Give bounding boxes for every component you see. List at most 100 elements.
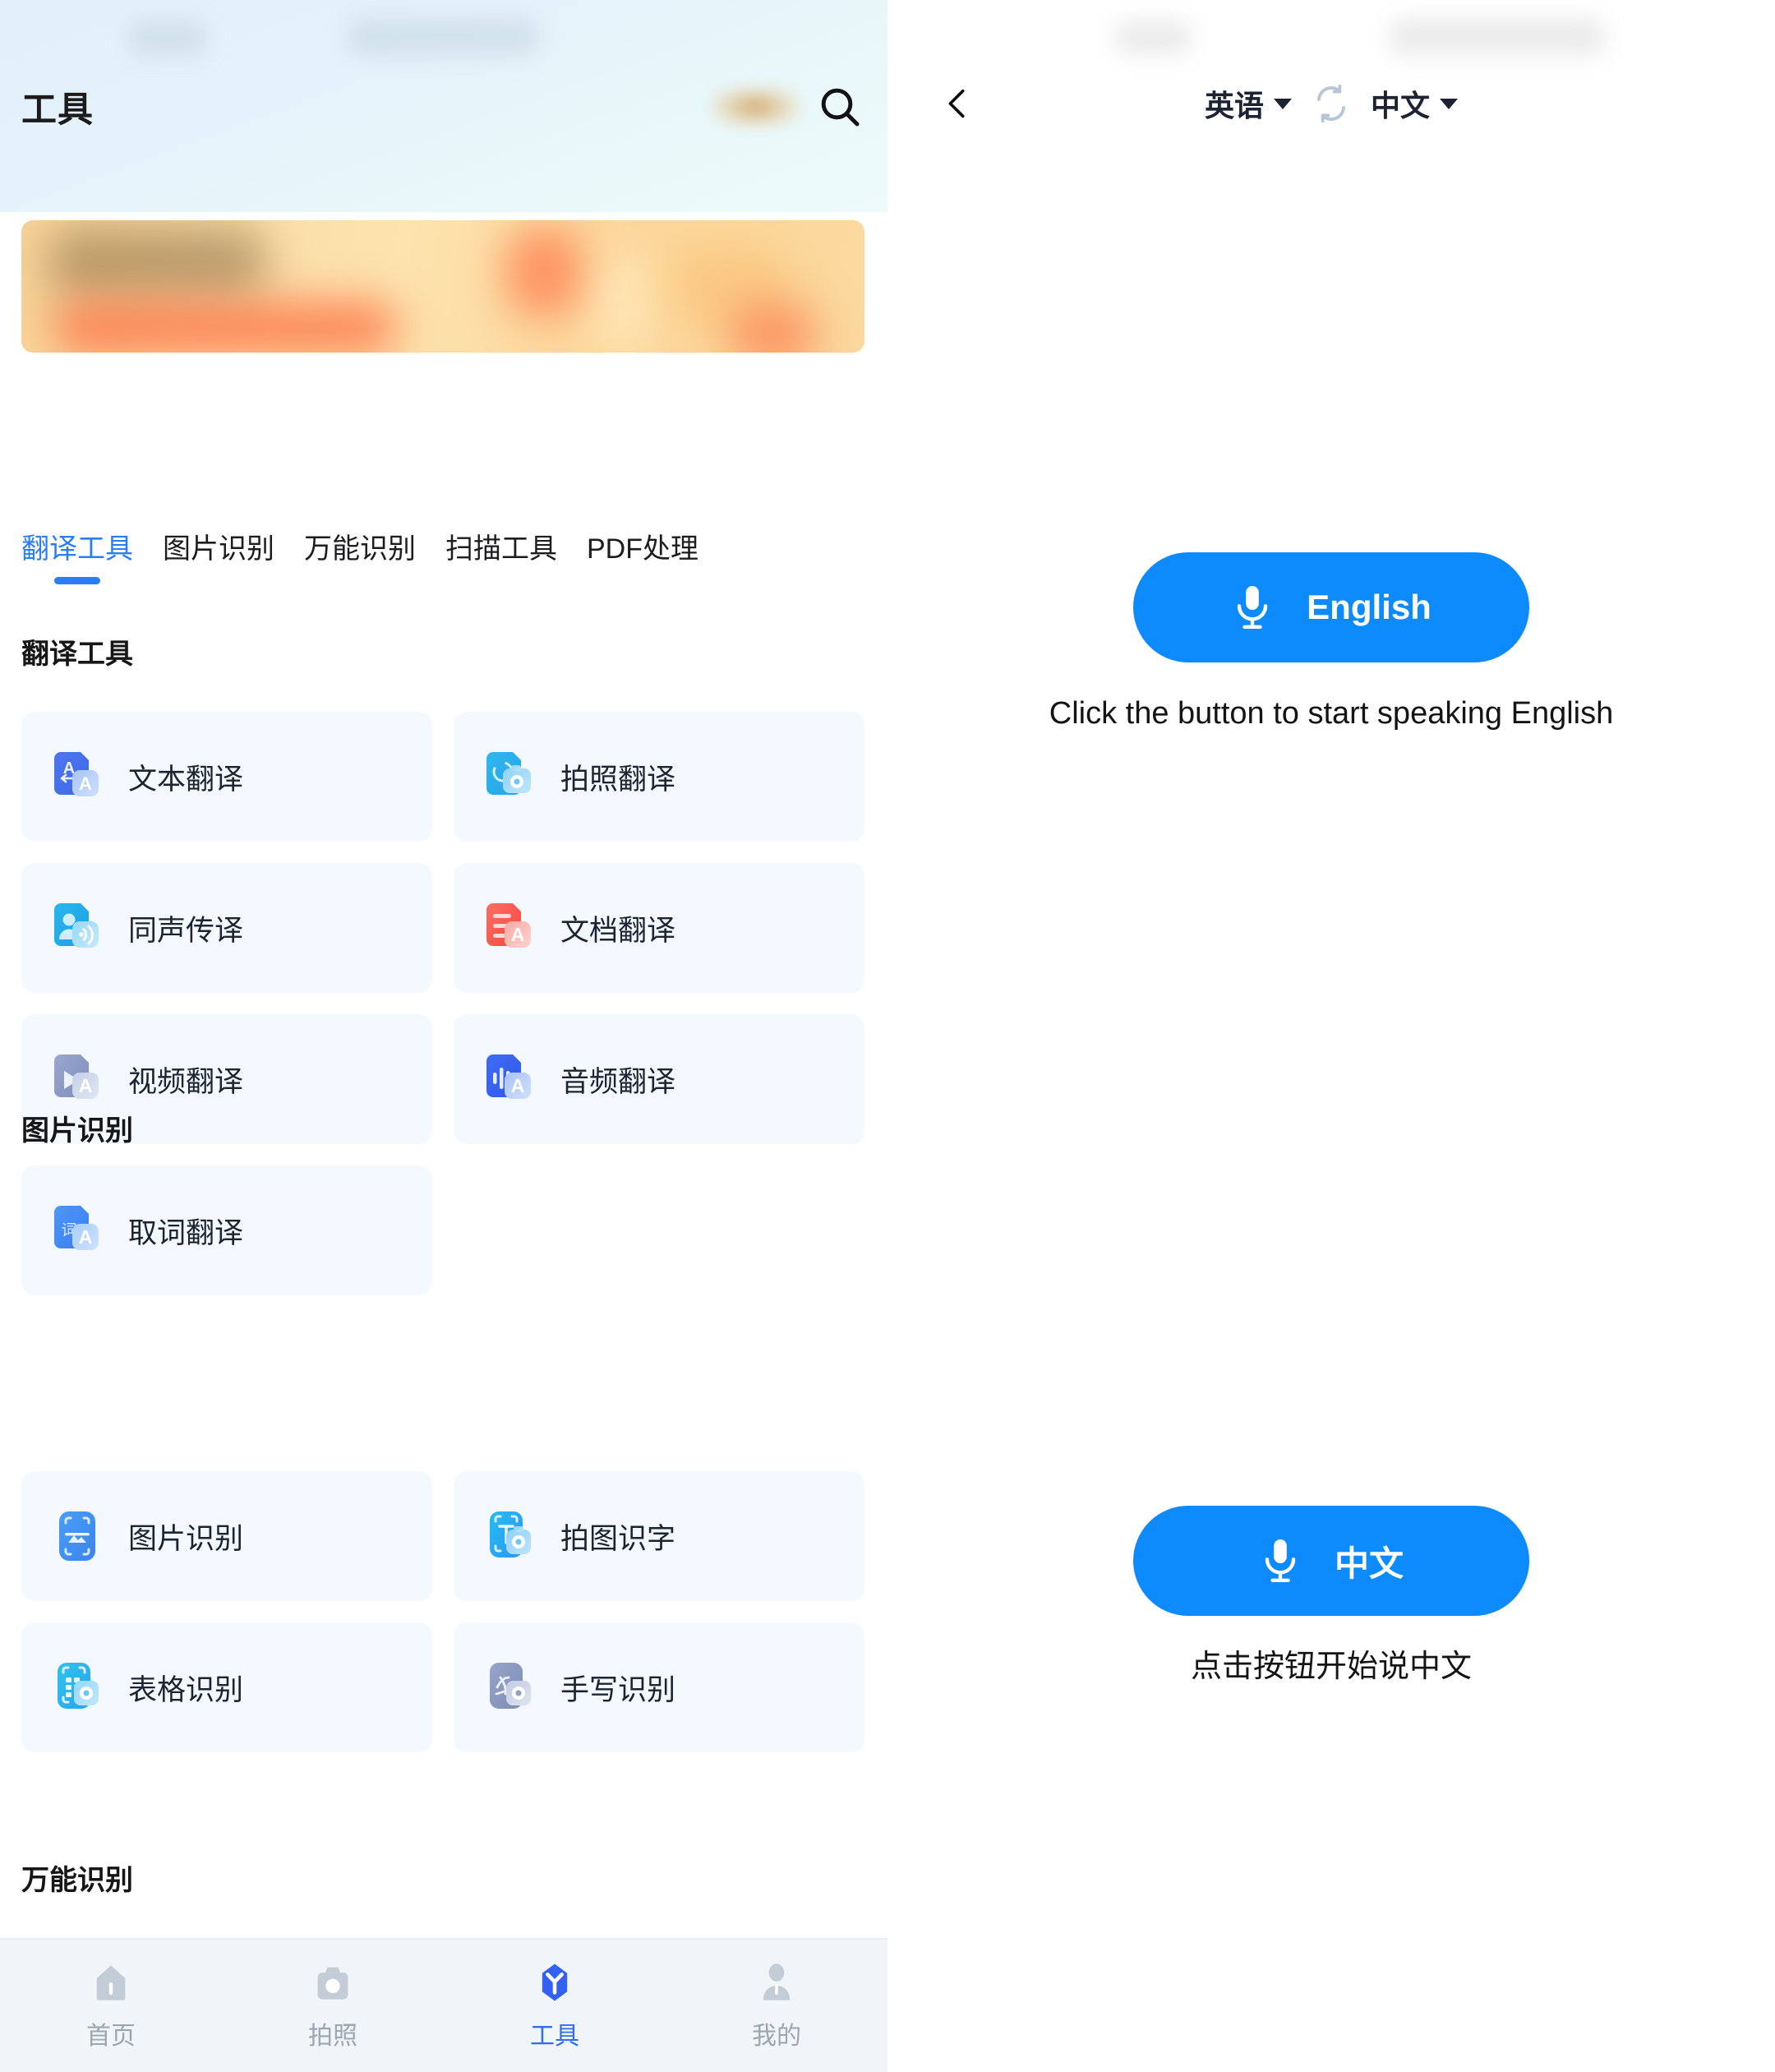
tool-card-label: 表格识别 — [128, 1673, 244, 1706]
tool-card-label: 同声传译 — [128, 914, 244, 947]
tool-card-label: 取词翻译 — [128, 1216, 244, 1249]
tool-card-label: 文档翻译 — [560, 914, 676, 947]
tab-active-indicator — [54, 577, 100, 584]
svg-text:A: A — [79, 773, 92, 794]
tool-card-label: 视频翻译 — [128, 1065, 244, 1098]
tool-card-label: 文本翻译 — [128, 763, 244, 796]
video-translate-icon: A — [48, 1050, 107, 1109]
target-language-selector[interactable]: 中文 — [1371, 82, 1459, 125]
nav-item-label: 首页 — [86, 2022, 136, 2050]
tool-card-handwriting-recognition[interactable]: 手写识别 — [454, 1622, 864, 1752]
tool-card-photo-translate[interactable]: 拍照翻译 — [454, 712, 864, 842]
tab-pdf-tools[interactable]: PDF处理 — [587, 524, 698, 566]
language-selector-row: 英语 中文 — [1205, 82, 1459, 125]
source-speech-block: English Click the button to start speaki… — [888, 552, 1775, 734]
swap-languages-icon[interactable] — [1312, 84, 1351, 123]
nav-item-profile[interactable]: 我的 — [666, 1961, 888, 2051]
microphone-icon — [1259, 1535, 1302, 1586]
tools-icon — [533, 1961, 576, 2004]
chevron-left-icon[interactable] — [938, 85, 976, 122]
tab-label: 翻译工具 — [21, 533, 133, 565]
text-translate-icon: A A — [48, 747, 107, 806]
tool-card-table-recognition[interactable]: 表格识别 — [21, 1622, 432, 1752]
tool-card-label: 拍照翻译 — [560, 763, 676, 796]
header-actions — [712, 84, 863, 130]
tool-card-photo-ocr[interactable]: 拍图识字 — [454, 1471, 864, 1601]
bottom-navigation-bar: 首页 拍照 工具 我的 — [0, 1938, 888, 2072]
tool-card-label: 图片识别 — [128, 1522, 244, 1555]
translate-header: 英语 中文 — [888, 62, 1775, 145]
source-language-label: 英语 — [1204, 89, 1264, 122]
profile-icon — [755, 1961, 798, 2004]
nav-item-label: 拍照 — [308, 2022, 357, 2050]
photo-ocr-icon — [480, 1507, 539, 1566]
blurred-badge-icon — [712, 88, 799, 126]
source-mic-label: English — [1307, 588, 1432, 626]
chevron-down-icon — [1440, 98, 1459, 109]
tool-card-document-translate[interactable]: A 文档翻译 — [454, 863, 864, 993]
page-title: 工具 — [21, 90, 94, 130]
tab-universal-recognition[interactable]: 万能识别 — [304, 524, 416, 566]
banner-blur-3 — [506, 227, 582, 317]
section-heading-universal-recognition: 万能识别 — [21, 1865, 133, 1896]
status-bar-blurred-item — [1116, 21, 1192, 55]
tab-translate-tools[interactable]: 翻译工具 — [21, 524, 133, 584]
image-recognition-grid: 图片识别 拍图识字 表格识别 手写识别 — [21, 1471, 864, 1752]
status-bar-blurred-indicators — [349, 18, 538, 56]
nav-item-label: 我的 — [752, 2022, 801, 2050]
tool-card-text-translate[interactable]: A A 文本翻译 — [21, 712, 432, 842]
promo-banner[interactable] — [21, 220, 864, 353]
section-heading-translate: 翻译工具 — [21, 639, 133, 670]
page-header: 工具 — [0, 66, 888, 148]
svg-text:A: A — [511, 1075, 525, 1096]
simultaneous-interpretation-icon — [48, 898, 107, 958]
handwriting-recognition-icon — [480, 1658, 539, 1717]
banner-blur-1 — [46, 227, 268, 298]
target-language-label: 中文 — [1371, 89, 1431, 122]
camera-icon — [311, 1961, 354, 2004]
banner-blur-2 — [53, 302, 398, 353]
home-icon — [90, 1961, 132, 2004]
tab-scan-tools[interactable]: 扫描工具 — [445, 524, 557, 566]
svg-text:A: A — [79, 1075, 93, 1096]
section-heading-image-recognition: 图片识别 — [21, 1115, 133, 1147]
translate-tools-grid: A A 文本翻译 拍照翻译 同声传译 A 文档翻译 A 视频翻译 A 音频翻译 … — [21, 712, 864, 1295]
voice-translate-panel: 英语 中文 English Click the button to start … — [888, 0, 1775, 2072]
tool-card-word-pick-translate[interactable]: 词 A 取词翻译 — [21, 1165, 432, 1295]
banner-blur-4 — [728, 302, 818, 353]
target-speech-block: 中文 点击按钮开始说中文 — [888, 1506, 1775, 1687]
app-screen: 工具 翻译工具 图片识别 万能识别 扫描工具 PDF处理 翻译工具 A A 文本… — [0, 0, 1775, 2072]
nav-item-home[interactable]: 首页 — [0, 1961, 222, 2051]
source-mic-hint: Click the button to start speaking Engli… — [1049, 696, 1614, 731]
tools-panel: 工具 翻译工具 图片识别 万能识别 扫描工具 PDF处理 翻译工具 A A 文本… — [0, 0, 888, 2072]
photo-translate-icon — [480, 747, 539, 806]
document-translate-icon: A — [480, 898, 539, 958]
category-tabs: 翻译工具 图片识别 万能识别 扫描工具 PDF处理 — [0, 524, 888, 600]
status-bar-blurred-item — [130, 21, 205, 55]
tool-card-audio-translate[interactable]: A 音频翻译 — [454, 1014, 864, 1144]
tab-image-recognition[interactable]: 图片识别 — [163, 524, 274, 566]
tool-card-image-recognition[interactable]: 图片识别 — [21, 1471, 432, 1601]
nav-item-label: 工具 — [530, 2022, 579, 2050]
target-mic-label: 中文 — [1334, 1544, 1404, 1583]
target-mic-button[interactable]: 中文 — [1133, 1506, 1529, 1616]
tool-card-label: 拍图识字 — [560, 1522, 676, 1555]
tool-card-label: 手写识别 — [560, 1673, 676, 1706]
search-icon[interactable] — [817, 84, 863, 130]
audio-translate-icon: A — [480, 1050, 539, 1109]
tool-card-label: 音频翻译 — [560, 1065, 676, 1098]
microphone-icon — [1231, 582, 1274, 633]
source-mic-button[interactable]: English — [1133, 552, 1529, 662]
status-bar-blurred-indicators — [1390, 18, 1604, 56]
table-recognition-icon — [48, 1658, 107, 1717]
svg-text:A: A — [511, 924, 525, 945]
banner-blur-5 — [588, 253, 654, 352]
tool-card-simultaneous-interpretation[interactable]: 同声传译 — [21, 863, 432, 993]
nav-item-camera[interactable]: 拍照 — [222, 1961, 444, 2051]
target-mic-hint: 点击按钮开始说中文 — [1190, 1650, 1472, 1684]
chevron-down-icon — [1274, 98, 1292, 109]
word-pick-translate-icon: 词 A — [48, 1201, 107, 1260]
source-language-selector[interactable]: 英语 — [1205, 82, 1292, 125]
nav-item-tools[interactable]: 工具 — [444, 1961, 666, 2051]
image-recognition-icon — [48, 1507, 107, 1566]
